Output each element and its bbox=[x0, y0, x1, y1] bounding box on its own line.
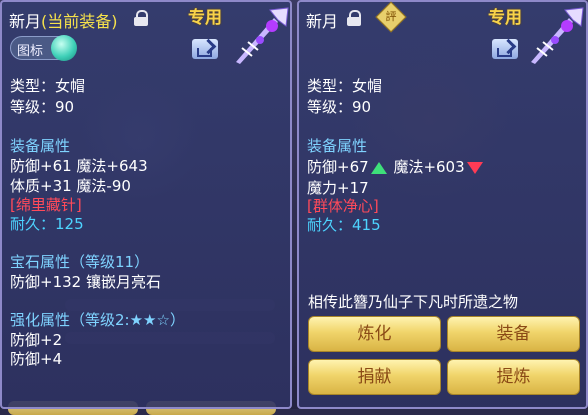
item-level: 等级：90 bbox=[10, 98, 75, 116]
attribute-line: 防御+61 魔法+643 bbox=[10, 157, 148, 175]
gem-header: 宝石属性（等级11） bbox=[10, 253, 150, 271]
item-title: 新月 bbox=[306, 8, 338, 32]
magic-value: 魔法+603 bbox=[393, 158, 465, 176]
item-name: 新月 bbox=[306, 12, 339, 31]
durability: 耐久：415 bbox=[307, 216, 381, 234]
enhance-attribute: 防御+4 bbox=[10, 350, 63, 368]
item-name: 新月 bbox=[9, 12, 42, 31]
share-icon[interactable] bbox=[492, 39, 518, 59]
toggle-knob[interactable] bbox=[51, 35, 77, 61]
equipped-status: (当前装备) bbox=[41, 12, 118, 31]
attribute-line: 体质+31 魔法-90 bbox=[10, 177, 131, 195]
defense-value: 防御+67 bbox=[307, 158, 369, 176]
item-level: 等级：90 bbox=[307, 98, 372, 116]
item-type: 类型：女帽 bbox=[307, 77, 383, 95]
rune-glyph: 評 bbox=[385, 10, 397, 23]
increase-arrow-icon bbox=[370, 161, 387, 174]
attributes-header: 装备属性 bbox=[307, 137, 368, 155]
exclusive-label: 专用 bbox=[488, 8, 522, 28]
extract-button[interactable]: 提炼 bbox=[447, 359, 580, 395]
item-type: 类型：女帽 bbox=[10, 77, 86, 95]
attributes-header: 装备属性 bbox=[10, 137, 71, 155]
refine-button[interactable]: 炼化 bbox=[308, 316, 441, 352]
icon-toggle-label: 图标 bbox=[17, 44, 44, 59]
durability: 耐久：125 bbox=[10, 215, 84, 233]
hairpin-item-icon bbox=[236, 7, 289, 64]
donate-button[interactable]: 捐献 bbox=[308, 359, 441, 395]
decrease-arrow-icon bbox=[466, 161, 483, 174]
equipped-item-tooltip: 新月(当前装备) 专用 图标 类型：女帽 等级：90 装备属性 防御+61 魔法… bbox=[0, 0, 292, 409]
special-effect: [群体净心] bbox=[307, 197, 379, 215]
special-effect: [绵里藏针] bbox=[10, 196, 82, 214]
flavor-text: 相传此簪乃仙子下凡时所遗之物 bbox=[308, 293, 519, 311]
hairpin-item-icon bbox=[531, 7, 584, 64]
enhance-attribute: 防御+2 bbox=[10, 331, 63, 349]
enhance-header: 强化属性（等级2:★★☆） bbox=[10, 311, 185, 329]
icon-toggle[interactable]: 图标 bbox=[10, 35, 77, 61]
equip-button[interactable]: 装备 bbox=[447, 316, 580, 352]
lock-icon[interactable] bbox=[347, 10, 361, 26]
attribute-line: 防御+67 魔法+603 bbox=[307, 156, 485, 177]
share-icon[interactable] bbox=[192, 39, 218, 59]
exclusive-label: 专用 bbox=[188, 8, 222, 28]
gem-attribute: 防御+132 镶嵌月亮石 bbox=[10, 273, 161, 291]
item-title: 新月(当前装备) bbox=[9, 8, 118, 32]
lock-icon[interactable] bbox=[134, 10, 148, 26]
